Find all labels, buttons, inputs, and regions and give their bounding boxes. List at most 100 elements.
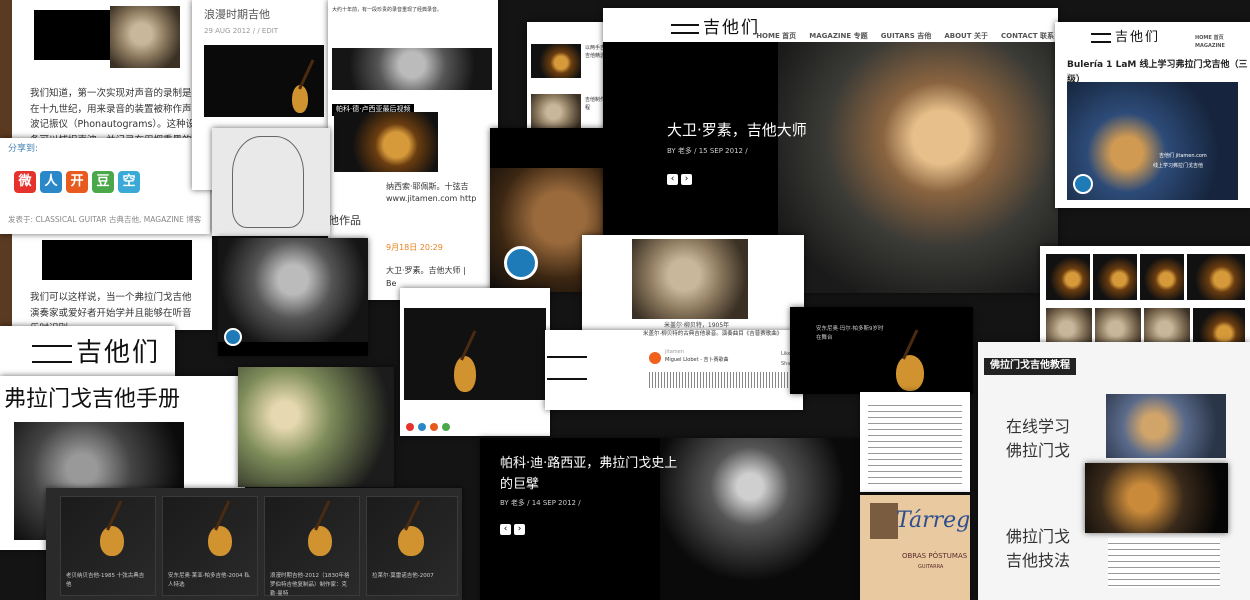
closeup-3[interactable] — [1140, 254, 1184, 300]
course-staves — [1108, 538, 1220, 588]
guitar-shape — [292, 85, 308, 113]
tarrega-portrait — [870, 503, 898, 539]
guitar-item-label-1[interactable]: 老贝纳贝吉他-1985 十弦古典吉他 — [66, 572, 148, 590]
weibo-icon[interactable]: 微 — [14, 171, 36, 193]
guitar-grid: 老贝纳贝吉他-1985 十弦古典吉他 安东尼奥·莱亚·帕多吉他-2004 私人特… — [46, 488, 462, 600]
guitar-item-label-4[interactable]: 拉莱尔·莫雷诺吉他-2007 — [372, 572, 452, 581]
tarrega-sub2: GUITARRA — [918, 564, 944, 570]
player-caption: 米盖尔·柳贝特的古典吉他录音。演奏曲目《吉普赛歌曲》 — [643, 331, 783, 337]
closeup-2[interactable] — [1093, 254, 1137, 300]
nav-home[interactable]: HOME 首页 — [1195, 35, 1224, 41]
tarrega-subtitle: OBRAS PÓSTUMAS — [902, 552, 968, 560]
guitar-item-label-3[interactable]: 浪漫时期吉他-2012（1830年格罗伯特吉他复制品）制作家：克勒·曼特 — [270, 572, 352, 599]
nav-about[interactable]: ABOUT 关于 — [944, 32, 988, 40]
phonautograph-portrait — [110, 6, 180, 68]
guitar-item-label-2[interactable]: 安东尼奥·莱亚·帕多吉他-2004 私人特选 — [168, 572, 250, 590]
closeup-1[interactable] — [1046, 254, 1090, 300]
nav-guitars[interactable]: GUITARS 吉他 — [881, 32, 932, 40]
site-logo[interactable]: 吉他们 — [671, 13, 760, 38]
post-meta: 29 AUG 2012 / / EDIT — [204, 27, 279, 35]
hero-title[interactable]: 大卫·罗素，吉他大师 — [667, 118, 807, 143]
site-logo-small[interactable]: 吉他们 — [1091, 26, 1160, 45]
closeup-4[interactable] — [1187, 254, 1245, 300]
course-line-3: 佛拉门戈 — [1006, 527, 1071, 546]
guitar-shape — [100, 526, 124, 556]
article-url[interactable]: www.jitamen.com http — [386, 192, 476, 205]
guitar-shape — [398, 526, 424, 556]
guitar-drawing-card — [212, 128, 330, 236]
article-video[interactable] — [334, 112, 438, 172]
photo-llobet: 米盖尔·柳贝特，1905年 — [582, 235, 804, 333]
share-panel: 分享到: 微人开豆空 发表于: CLASSICAL GUITAR 古典吉他, M… — [0, 138, 210, 234]
duo-photo — [238, 367, 394, 487]
renren-icon[interactable]: 人 — [40, 171, 62, 193]
play-icon[interactable] — [224, 328, 242, 346]
video-post-author: jkwh — [1067, 73, 1079, 79]
hero-arrows: ‹ › — [667, 166, 695, 185]
hero-paco: 帕科·迪·路西亚，弗拉门戈史上的巨擘 BY 老多 / 14 SEP 2012 /… — [480, 438, 860, 600]
paco-photo — [660, 438, 860, 600]
main-nav: HOME 首页 MAGAZINE 专题 GUITARS 吉他 ABOUT 关于 … — [748, 23, 1054, 42]
nav-contact[interactable]: CONTACT 联系 — [1001, 32, 1054, 40]
weibo-icon[interactable] — [406, 423, 414, 431]
video-nav: HOME 首页 MAGAZINE — [1195, 34, 1250, 51]
posted-in[interactable]: 发表于: CLASSICAL GUITAR 古典吉他, MAGAZINE 博客 — [8, 214, 201, 226]
play-icon[interactable] — [504, 246, 538, 280]
douban-icon[interactable]: 豆 — [92, 171, 114, 193]
blog-paragraph-2: 我们可以这样说，当一个弗拉门戈吉他演奏家或爱好者开始学并且能够在听音乐时识别 — [30, 292, 192, 330]
share-icons-small — [406, 416, 454, 435]
logo-card: 吉他们 — [0, 326, 175, 376]
article-caption: 大卫·罗素。吉他大师 | — [386, 266, 466, 275]
hero-arrows: ‹ › — [500, 516, 528, 535]
play-button[interactable] — [649, 352, 661, 364]
post-title[interactable]: 浪漫时期吉他 — [204, 6, 270, 24]
hero-title[interactable]: 帕科·迪·路西亚，弗拉门戈史上的巨擘 — [500, 454, 690, 496]
guitarist-card — [1085, 463, 1228, 533]
hero-meta: BY 老多 / 15 SEP 2012 / — [667, 147, 748, 155]
guitar-image[interactable] — [404, 308, 546, 400]
course-badge: 佛拉门戈吉他教程 — [984, 358, 1076, 375]
next-arrow-icon[interactable]: › — [514, 524, 525, 535]
course-photo[interactable] — [1106, 394, 1226, 458]
kaixin-icon[interactable]: 开 — [66, 171, 88, 193]
nav-magazine[interactable]: MAGAZINE — [1195, 43, 1225, 49]
russell-caption: 安东尼奥·玛尔·帕多斯9岁时在舞台 — [816, 326, 884, 342]
article-text: 大约十年前，有一段珍贵的录音重现了经典录音。 — [332, 7, 443, 13]
qzone-icon[interactable]: 空 — [118, 171, 140, 193]
guitar-blueprint — [232, 136, 304, 228]
share-icons: 微人开豆空 — [14, 170, 144, 193]
article-photo-strip — [332, 48, 492, 90]
tarrega-title: Tárrega — [896, 508, 970, 533]
music-player-card: 米盖尔·柳贝特的古典吉他录音。演奏曲目《吉普赛歌曲》 jitamen Migue… — [545, 330, 803, 410]
guitar-shape — [454, 356, 476, 392]
phonautograph-photo — [34, 10, 122, 60]
renren-icon[interactable] — [418, 423, 426, 431]
hero-meta: BY 老多 / 14 SEP 2012 / — [500, 499, 581, 507]
tarrega-cover: Tárrega OBRAS PÓSTUMAS GUITARRA — [860, 495, 970, 600]
video-caption: 吉他们 jitamen.com — [1159, 153, 1207, 159]
douban-icon[interactable] — [442, 423, 450, 431]
prev-arrow-icon[interactable]: ‹ — [500, 524, 511, 535]
recent-post-thumb-1[interactable] — [531, 44, 581, 78]
player-track[interactable]: Miguel Llobet - 吉卜赛歌曲 — [665, 356, 729, 364]
hero-header: 吉他们 HOME 首页 MAGAZINE 专题 GUITARS 吉他 ABOUT… — [603, 8, 1058, 42]
video-player[interactable]: 吉他们 jitamen.com 线上学习弗拉门戈吉他 — [1067, 82, 1238, 200]
video-old-guitarist[interactable] — [218, 238, 368, 356]
site-logo[interactable]: 吉他们 — [32, 332, 160, 369]
next-arrow-icon[interactable]: › — [681, 174, 692, 185]
nav-magazine[interactable]: MAGAZINE 专题 — [809, 32, 867, 40]
video-strip — [42, 240, 192, 280]
waveform[interactable] — [649, 372, 797, 388]
play-icon[interactable] — [1073, 174, 1093, 194]
kaixin-icon[interactable] — [430, 423, 438, 431]
post-image[interactable] — [204, 45, 324, 117]
course-line-4: 吉他技法 — [1006, 551, 1071, 570]
guitarist-photo — [218, 238, 368, 342]
manual-title: 弗拉门戈吉他手册 — [4, 387, 181, 412]
russell-card: 安东尼奥·玛尔·帕多斯9岁时在舞台 — [790, 307, 973, 394]
article-date: 9月18日 20:29 — [386, 243, 443, 252]
nav-home[interactable]: HOME 首页 — [756, 32, 796, 40]
guitar-shape — [308, 526, 332, 556]
sheet-music-card — [860, 392, 970, 492]
prev-arrow-icon[interactable]: ‹ — [667, 174, 678, 185]
